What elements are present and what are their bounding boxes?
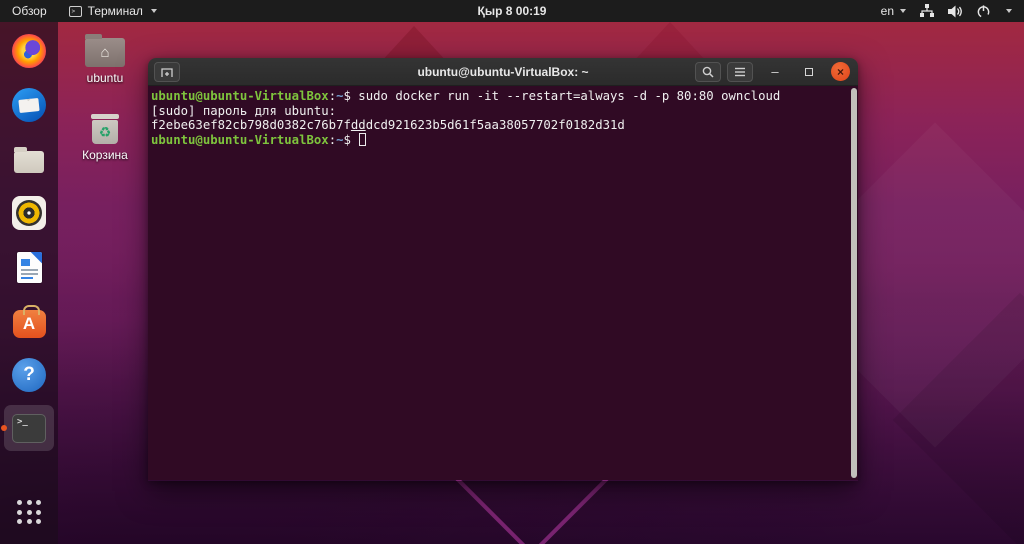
maximize-button[interactable]: [797, 67, 821, 76]
libreoffice-writer-icon: [16, 251, 42, 283]
menu-button[interactable]: [727, 61, 753, 82]
dock-item-ubuntu-software[interactable]: A: [0, 303, 58, 339]
show-applications-icon: [17, 500, 41, 524]
language-label: en: [880, 4, 894, 18]
new-tab-button[interactable]: [154, 61, 180, 82]
home-folder-icon: ⌂: [85, 34, 125, 67]
language-menu[interactable]: en: [881, 4, 906, 18]
top-bar: Обзор > Терминал Қыр 8 00:19 en: [0, 0, 1024, 22]
ubuntu-software-icon: A: [12, 304, 46, 338]
thunderbird-icon: [12, 88, 46, 122]
dock-item-libreoffice-writer[interactable]: [0, 249, 58, 285]
activities-button[interactable]: Обзор: [0, 0, 61, 22]
dock: A ? >_: [0, 22, 58, 544]
terminal-mini-icon: >: [68, 5, 82, 17]
hamburger-menu-icon: [735, 67, 745, 76]
running-indicator-dot: [1, 425, 7, 431]
terminal-output: ubuntu@ubuntu-VirtualBox:~$ sudo docker …: [148, 86, 858, 147]
show-applications-button[interactable]: [0, 494, 58, 530]
dock-item-help[interactable]: ?: [0, 357, 58, 393]
window-titlebar[interactable]: ubuntu@ubuntu-VirtualBox: ~ – ×: [148, 58, 858, 86]
network-icon: [920, 4, 934, 17]
chevron-down-icon: [1006, 9, 1012, 13]
minimize-button[interactable]: –: [763, 62, 787, 82]
search-icon: [702, 66, 714, 78]
terminal-window: ubuntu@ubuntu-VirtualBox: ~ – × ubuntu@u…: [148, 58, 858, 481]
firefox-icon: [12, 34, 46, 68]
trash-icon: ♻: [91, 114, 119, 144]
desktop-icon-trash[interactable]: ♻ Корзина: [74, 112, 136, 162]
close-button[interactable]: ×: [831, 62, 850, 81]
scrollbar[interactable]: [851, 88, 857, 478]
dock-item-terminal-active[interactable]: >_: [1, 405, 54, 451]
new-tab-icon: [161, 67, 173, 77]
chevron-down-icon: [900, 9, 906, 13]
dock-item-files[interactable]: [0, 141, 58, 177]
help-icon: ?: [12, 358, 46, 392]
search-button[interactable]: [695, 61, 721, 82]
recycle-glyph: ♻: [98, 124, 112, 140]
volume-icon: [948, 5, 962, 17]
dock-item-thunderbird[interactable]: [0, 87, 58, 123]
desktop-icon-label: ubuntu: [86, 71, 124, 85]
terminal-line: f2ebe63ef82cb798d0382c76b7fdddcd921623b5…: [151, 118, 625, 133]
chevron-down-icon: [150, 9, 157, 13]
app-menu-label: Терминал: [87, 4, 143, 18]
terminal-line: ubuntu@ubuntu-VirtualBox:~$: [151, 132, 844, 148]
terminal-icon: >_: [12, 413, 46, 443]
files-icon: [14, 147, 44, 173]
house-glyph: ⌂: [100, 44, 110, 61]
dock-item-firefox[interactable]: [0, 33, 58, 69]
desktop-icon-home[interactable]: ⌂ ubuntu: [74, 33, 136, 85]
terminal-line: [sudo] пароль для ubuntu:: [151, 103, 337, 118]
terminal-screen[interactable]: ubuntu@ubuntu-VirtualBox:~$ sudo docker …: [148, 86, 858, 480]
rhythmbox-icon: [12, 196, 46, 230]
desktop-icon-label: Корзина: [82, 148, 128, 162]
app-menu-terminal[interactable]: > Терминал: [61, 0, 165, 22]
terminal-cursor: [359, 132, 367, 146]
status-area[interactable]: en: [881, 0, 1024, 22]
power-icon: [977, 4, 990, 18]
maximize-icon: [805, 67, 813, 76]
dock-item-rhythmbox[interactable]: [0, 195, 58, 231]
terminal-line: ubuntu@ubuntu-VirtualBox:~$ sudo docker …: [151, 89, 781, 103]
